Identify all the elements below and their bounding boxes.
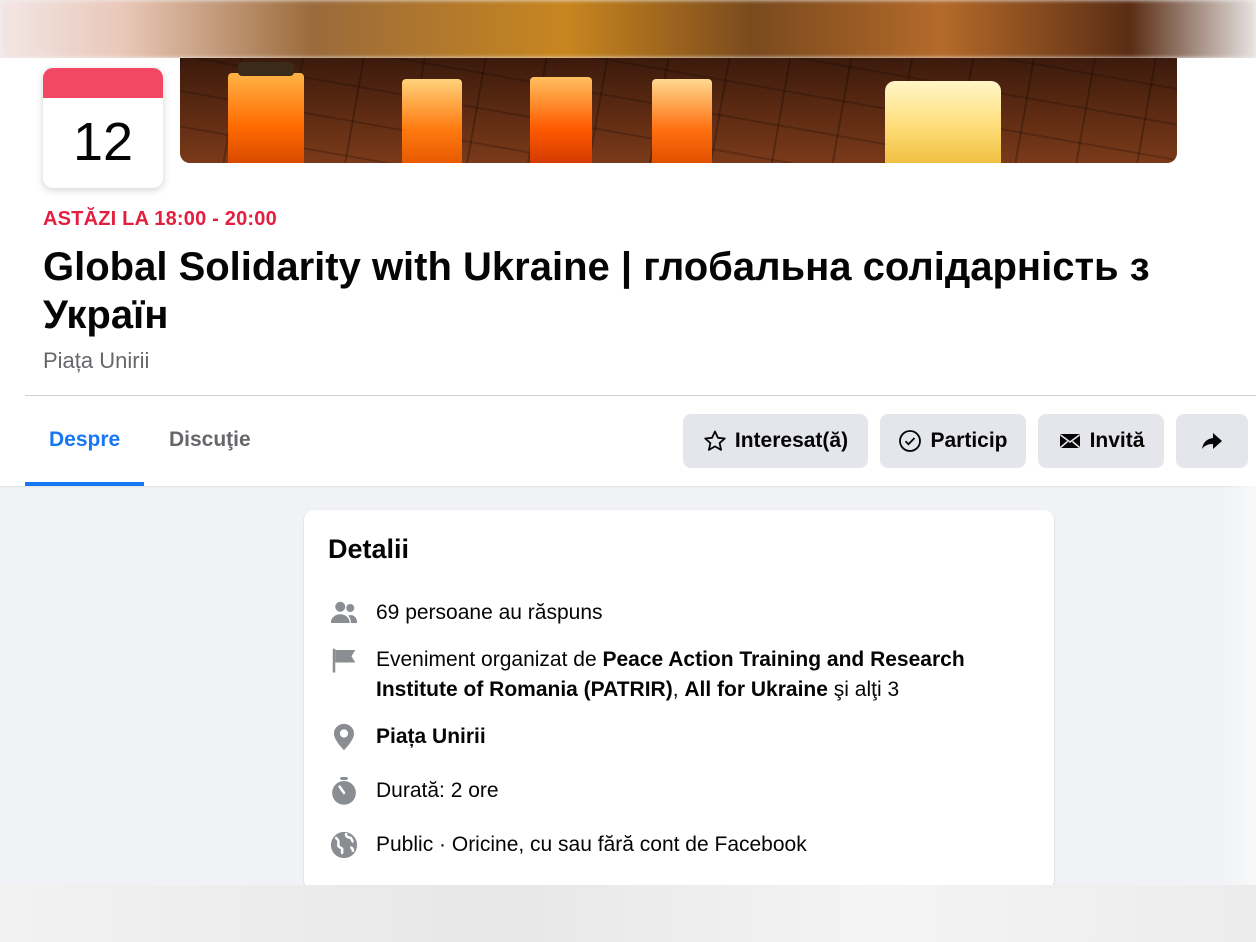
- share-icon: [1202, 433, 1222, 449]
- people-icon: [330, 601, 358, 623]
- privacy-text: Public · Oricine, cu sau fără cont de Fa…: [376, 833, 807, 856]
- right-edge-fade: [1220, 486, 1256, 886]
- globe-icon: [330, 831, 358, 859]
- check-circle-icon: [899, 430, 922, 452]
- event-title: Global Solidarity with Ukraine | глобаль…: [43, 245, 1150, 337]
- place-link[interactable]: Piața Unirii: [376, 722, 486, 752]
- details-heading: Detalii: [328, 534, 410, 564]
- duration-row: Durată: 2 ore: [328, 776, 499, 806]
- organized-suffix[interactable]: şi alţi 3: [828, 678, 899, 701]
- going-button[interactable]: Particip: [880, 414, 1026, 468]
- interested-label: Interesat(ă): [734, 429, 849, 452]
- organizers-row: Eveniment organizat de Peace Action Trai…: [328, 645, 1008, 705]
- duration-text: Durată: 2 ore: [376, 779, 499, 802]
- envelope-icon: [1059, 434, 1080, 449]
- details-card: Detalii 69 persoane au răspuns Eveniment…: [304, 510, 1054, 890]
- bottom-edge-fade: [0, 885, 1256, 942]
- responses-text: 69 persoane au răspuns: [376, 601, 603, 624]
- tab-discutie[interactable]: Discuţie: [169, 428, 251, 452]
- invite-label: Invită: [1089, 429, 1145, 452]
- invite-button[interactable]: Invită: [1038, 414, 1164, 468]
- organizer-link-all-for-ukraine[interactable]: All for Ukraine: [684, 678, 828, 701]
- event-time: ASTĂZI LA 18:00 - 20:00: [43, 208, 277, 230]
- going-label: Particip: [930, 429, 1008, 452]
- responses-row: 69 persoane au răspuns: [328, 598, 603, 628]
- interested-button[interactable]: Interesat(ă): [683, 414, 868, 468]
- location-pin-icon: [334, 723, 354, 751]
- cover-photo-blurred-top: [0, 0, 1256, 58]
- calendar-date-badge: 12: [43, 68, 163, 188]
- event-location-link[interactable]: Piața Unirii: [43, 348, 149, 374]
- stopwatch-icon: [332, 777, 356, 805]
- header-shadow: [0, 486, 1256, 488]
- organizer-separator: ,: [672, 678, 685, 701]
- calendar-day: 12: [72, 112, 134, 172]
- tab-despre[interactable]: Despre: [49, 428, 120, 452]
- share-button[interactable]: [1176, 414, 1248, 468]
- place-row: Piața Unirii: [328, 722, 486, 752]
- star-icon: [704, 430, 726, 451]
- organized-prefix: Eveniment organizat de: [376, 648, 603, 671]
- privacy-row: Public · Oricine, cu sau fără cont de Fa…: [328, 830, 807, 860]
- flag-icon: [332, 648, 356, 673]
- header-divider: [25, 395, 1256, 396]
- cover-photo[interactable]: [180, 58, 1177, 163]
- calendar-header: [43, 68, 163, 98]
